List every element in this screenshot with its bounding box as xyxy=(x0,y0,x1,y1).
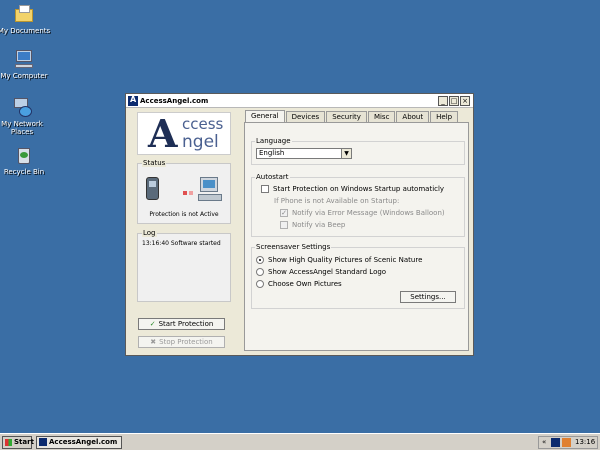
language-select[interactable]: English ▼ xyxy=(256,148,352,159)
start-protection-button[interactable]: ✓ Start Protection xyxy=(138,318,225,330)
desktop-icon-my-network-places[interactable]: My Network Places xyxy=(0,96,48,136)
taskbar: Start AccessAngel.com « 13:16 xyxy=(0,433,600,450)
phone-icon xyxy=(146,177,159,200)
autostart-option-label: Start Protection on Windows Startup auto… xyxy=(273,185,445,193)
app-icon xyxy=(39,438,47,446)
desktop-icon-recycle-bin[interactable]: Recycle Bin xyxy=(0,144,52,176)
taskbar-item-accessangel[interactable]: AccessAngel.com xyxy=(36,436,122,449)
window-titlebar[interactable]: AccessAngel.com _ □ × xyxy=(126,94,473,108)
minimize-button[interactable]: _ xyxy=(438,95,448,106)
maximize-button[interactable]: □ xyxy=(449,95,459,106)
notify-error-label: Notify via Error Message (Windows Balloo… xyxy=(292,209,445,217)
log-entry: 13:16:40 Software started xyxy=(142,240,221,247)
notify-beep-checkbox[interactable] xyxy=(280,221,288,229)
desktop-icon-my-documents[interactable]: My Documents xyxy=(0,3,52,35)
autostart-group: Autostart Start Protection on Windows St… xyxy=(251,173,465,237)
notify-error-checkbox[interactable]: ✓ xyxy=(280,209,288,217)
windows-flag-icon xyxy=(5,439,12,446)
notify-error-option[interactable]: ✓ Notify via Error Message (Windows Ball… xyxy=(280,209,445,217)
left-panel: A ccess ngel Status Protection is not Ac… xyxy=(137,112,231,348)
ss-option-logo[interactable]: Show AccessAngel Standard Logo xyxy=(256,268,386,276)
not-available-text: If Phone is not Available on Startup: xyxy=(274,197,399,205)
logo-word-bottom: ngel xyxy=(182,132,219,152)
autostart-label: Autostart xyxy=(255,173,290,181)
taskbar-item-label: AccessAngel.com xyxy=(49,438,118,446)
autostart-checkbox[interactable] xyxy=(261,185,269,193)
dropdown-arrow-icon[interactable]: ▼ xyxy=(341,149,351,158)
check-icon: ✓ xyxy=(149,320,156,328)
access-angel-logo: A ccess ngel xyxy=(137,112,231,155)
language-label: Language xyxy=(255,137,292,145)
ss-radio-logo[interactable] xyxy=(256,268,264,276)
accessangel-window: AccessAngel.com _ □ × A ccess ngel Statu… xyxy=(125,93,474,356)
status-label: Status xyxy=(142,159,167,167)
desktop-icon-my-computer[interactable]: My Computer xyxy=(0,48,52,80)
status-group: Status Protection is not Active xyxy=(137,159,231,224)
folder-icon xyxy=(13,3,35,25)
desktop-icon-label: My Documents xyxy=(0,27,51,35)
accessangel-tray-icon[interactable] xyxy=(551,438,560,447)
logo-word-top: ccess xyxy=(182,115,224,133)
computer-icon xyxy=(13,48,35,70)
desktop-icon-label: Recycle Bin xyxy=(3,168,45,176)
log-group: Log 13:16:40 Software started xyxy=(137,229,231,302)
start-label: Start xyxy=(14,438,34,446)
system-tray: « 13:16 xyxy=(538,436,598,449)
not-available-label: If Phone is not Available on Startup: xyxy=(274,197,400,205)
app-icon xyxy=(128,95,138,106)
stop-protection-button[interactable]: ✖ Stop Protection xyxy=(138,336,225,348)
recycle-bin-icon xyxy=(13,144,35,166)
start-protection-label: Start Protection xyxy=(158,320,214,328)
desktop-icon-label: My Computer xyxy=(0,72,48,80)
log-label: Log xyxy=(142,229,157,237)
x-icon: ✖ xyxy=(150,338,157,346)
ss-option-logo-label: Show AccessAngel Standard Logo xyxy=(268,268,387,276)
settings-button[interactable]: Settings... xyxy=(400,291,456,303)
ss-radio-nature[interactable] xyxy=(256,256,264,264)
desktop-icon-label: My Network Places xyxy=(1,120,43,136)
connection-dots xyxy=(183,189,195,197)
general-tab-panel: Language English ▼ Autostart Start Prote… xyxy=(244,122,469,351)
logo-letter: A xyxy=(148,112,178,155)
start-button[interactable]: Start xyxy=(2,436,34,449)
screensaver-label: Screensaver Settings xyxy=(255,243,332,251)
alert-tray-icon[interactable] xyxy=(562,438,571,447)
close-button[interactable]: × xyxy=(460,95,470,106)
tray-chevron[interactable]: « xyxy=(542,437,546,448)
notify-beep-option[interactable]: Notify via Beep xyxy=(280,221,345,229)
notify-beep-label: Notify via Beep xyxy=(292,221,346,229)
ss-option-nature-label: Show High Quality Pictures of Scenic Nat… xyxy=(268,256,423,264)
stop-protection-label: Stop Protection xyxy=(159,338,213,346)
computer-icon xyxy=(198,177,222,201)
ss-radio-own[interactable] xyxy=(256,280,264,288)
language-value: English xyxy=(259,149,285,157)
ss-option-own-label: Choose Own Pictures xyxy=(268,280,342,288)
window-title: AccessAngel.com xyxy=(140,96,209,105)
ss-option-nature[interactable]: Show High Quality Pictures of Scenic Nat… xyxy=(256,256,422,264)
screensaver-group: Screensaver Settings Show High Quality P… xyxy=(251,243,465,309)
language-group: Language English ▼ xyxy=(251,137,465,165)
ss-option-own[interactable]: Choose Own Pictures xyxy=(256,280,342,288)
clock: 13:16 xyxy=(575,438,596,446)
autostart-option[interactable]: Start Protection on Windows Startup auto… xyxy=(261,185,444,193)
network-icon xyxy=(11,96,33,118)
status-text: Protection is not Active xyxy=(149,211,219,218)
